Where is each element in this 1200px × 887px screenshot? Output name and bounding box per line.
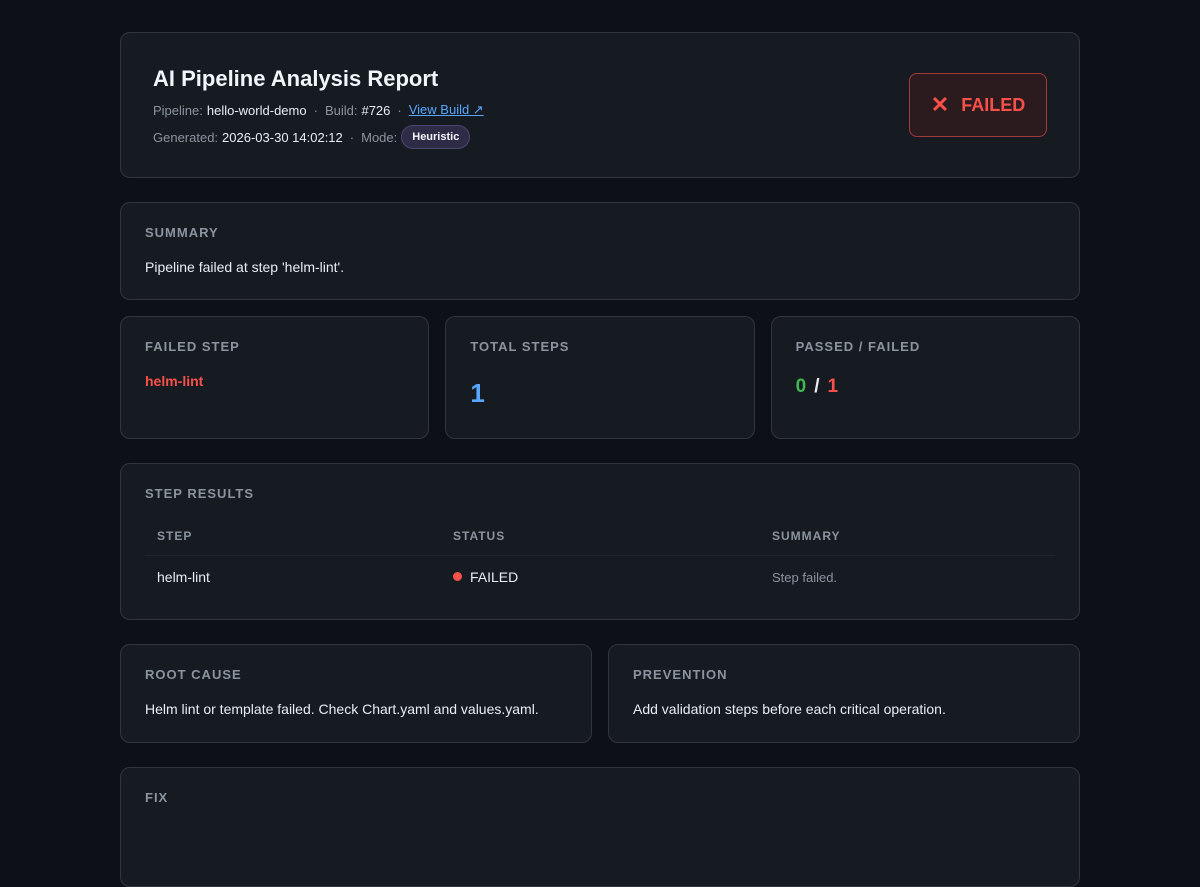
column-header-status: STATUS [441,523,760,556]
column-header-summary: SUMMARY [760,523,1055,556]
total-steps-title: TOTAL STEPS [470,339,570,354]
failed-step-title: FAILED STEP [145,339,240,354]
failed-step-value: helm-lint [145,373,204,389]
cause-prevention-row: ROOT CAUSE Helm lint or template failed.… [120,644,1080,743]
failed-count: 1 [827,376,839,397]
prevention-text: Add validation steps before each critica… [633,701,946,717]
generated-meta-row: Generated: 2026-03-30 14:02:12 · Mode: H… [153,125,471,149]
mode-label: Mode: [361,129,398,145]
pipeline-meta-row: Pipeline: hello-world-demo · Build: #726… [153,102,484,118]
mode-badge: Heuristic [401,125,471,149]
summary-title: SUMMARY [145,225,219,240]
report-page: AI Pipeline Analysis Report Pipeline: he… [120,32,1080,887]
page-title: AI Pipeline Analysis Report [153,66,439,91]
build-number: #726 [361,102,391,118]
step-summary-cell: Step failed. [772,569,838,585]
close-icon: ✕ [930,92,950,117]
table-row: helm-lint FAILED Step failed. [145,556,1055,599]
step-status-text: FAILED [470,569,519,585]
summary-text: Pipeline failed at step 'helm-lint'. [145,259,345,275]
passed-failed-slash: / [814,376,820,397]
build-label: Build: [324,102,358,118]
step-status-cell: FAILED [441,556,760,599]
prevention-card: PREVENTION Add validation steps before e… [608,644,1080,743]
stats-row: FAILED STEP helm-lint TOTAL STEPS 1 PASS… [120,316,1080,439]
step-results-table: STEP STATUS SUMMARY helm-lint FAILED Ste… [145,523,1055,598]
view-build-link[interactable]: View Build ↗ [409,102,484,118]
total-steps-card: TOTAL STEPS 1 [445,316,755,439]
summary-card: SUMMARY Pipeline failed at step 'helm-li… [120,202,1080,300]
passed-failed-values: 0 / 1 [796,376,1055,398]
report-header: AI Pipeline Analysis Report Pipeline: he… [120,32,1080,178]
meta-separator: · [349,129,355,145]
meta-separator: · [313,102,318,118]
meta-separator: · [397,102,402,118]
prevention-title: PREVENTION [633,667,728,682]
pipeline-status-badge: ✕ FAILED [909,73,1047,137]
generated-label: Generated: [153,129,219,145]
passed-failed-card: PASSED / FAILED 0 / 1 [770,316,1080,439]
step-name-cell: helm-lint [157,569,210,585]
table-header-row: STEP STATUS SUMMARY [145,523,1055,556]
total-steps-value: 1 [470,378,485,408]
step-results-card: STEP RESULTS STEP STATUS SUMMARY helm-li… [120,463,1080,620]
passed-failed-title: PASSED / FAILED [795,339,921,354]
root-cause-title: ROOT CAUSE [145,667,242,682]
root-cause-card: ROOT CAUSE Helm lint or template failed.… [120,644,592,743]
pipeline-label: Pipeline: [153,102,203,118]
status-text: FAILED [961,94,1026,115]
root-cause-text: Helm lint or template failed. Check Char… [145,701,539,717]
step-results-title: STEP RESULTS [145,486,255,501]
fix-title: FIX [145,790,169,805]
fix-card: FIX [120,767,1080,887]
pipeline-name: hello-world-demo [206,102,307,118]
passed-count: 0 [795,376,807,397]
column-header-step: STEP [145,523,441,556]
status-dot-icon [453,572,462,581]
generated-timestamp: 2026-03-30 14:02:12 [222,129,343,145]
failed-step-card: FAILED STEP helm-lint [120,316,430,439]
